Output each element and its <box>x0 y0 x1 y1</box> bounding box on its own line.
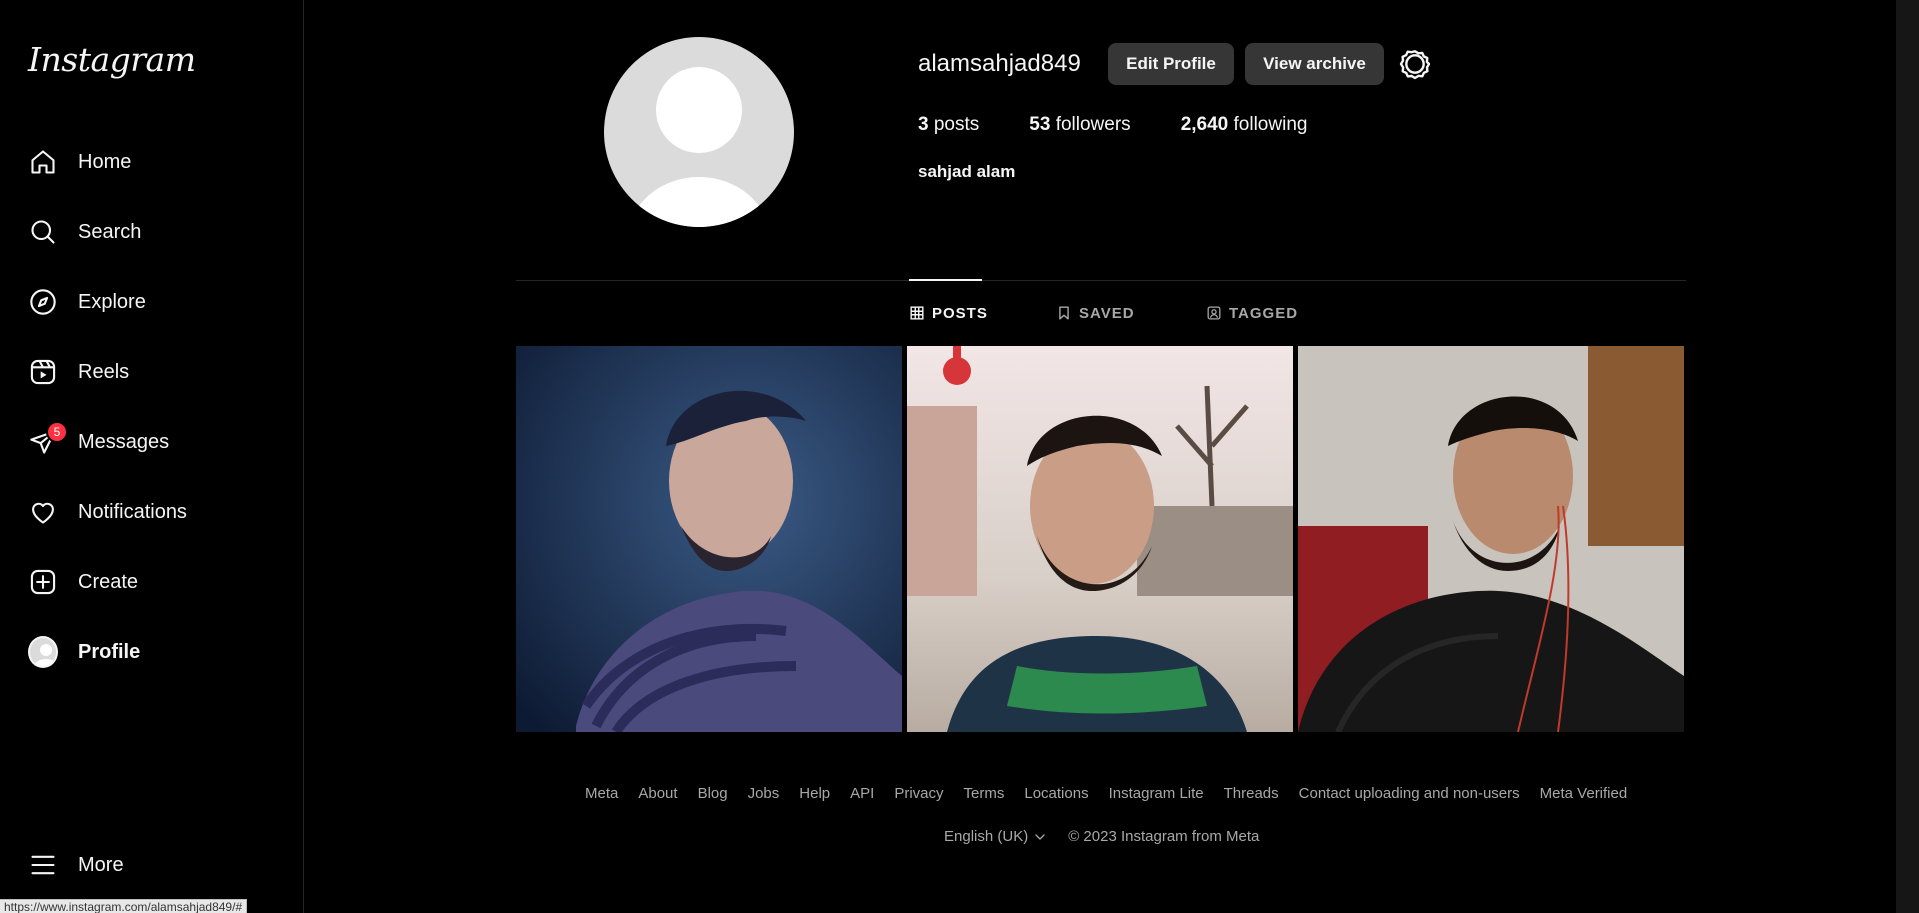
sidebar-item-messages[interactable]: 5 Messages <box>16 414 288 470</box>
notification-badge: 5 <box>46 421 68 443</box>
post-image <box>1298 346 1684 732</box>
footer-link[interactable]: Meta <box>585 785 618 802</box>
footer-link[interactable]: Contact uploading and non-users <box>1299 785 1520 802</box>
footer-link[interactable]: Privacy <box>894 785 943 802</box>
post-image <box>516 346 902 732</box>
language-selector[interactable]: English (UK) <box>944 828 1046 845</box>
hamburger-menu-icon <box>28 850 58 880</box>
compass-icon <box>28 287 58 317</box>
grid-icon <box>910 306 924 320</box>
tab-label: TAGGED <box>1229 304 1299 322</box>
sidebar-item-label: Profile <box>78 640 141 663</box>
footer-link[interactable]: Jobs <box>748 785 780 802</box>
gear-icon[interactable] <box>1399 48 1431 80</box>
profile-avatar-icon <box>28 636 58 668</box>
followers-link[interactable]: 53 followers <box>1029 114 1130 136</box>
tab-label: POSTS <box>932 304 988 322</box>
edit-profile-button[interactable]: Edit Profile <box>1108 43 1234 85</box>
bookmark-icon <box>1059 306 1069 320</box>
tag-user-icon <box>1207 306 1221 320</box>
profile-stats: 3 posts 53 followers 2,640 following <box>918 114 1357 136</box>
avatar <box>28 636 58 668</box>
chevron-down-icon <box>1035 833 1045 840</box>
sidebar-item-home[interactable]: Home <box>16 134 288 190</box>
footer-link[interactable]: Terms <box>964 785 1005 802</box>
post-thumbnail-3[interactable] <box>1298 346 1684 732</box>
sidebar-item-label: Home <box>78 150 132 173</box>
sidebar-item-label: Explore <box>78 290 146 313</box>
tab-saved[interactable]: SAVED <box>1057 303 1135 323</box>
footer-link[interactable]: API <box>850 785 874 802</box>
sidebar-item-label: Messages <box>78 430 170 453</box>
footer-links: Meta About Blog Jobs Help API Privacy Te… <box>585 785 1647 802</box>
footer-link[interactable]: Blog <box>698 785 728 802</box>
footer-bottom: English (UK) © 2023 Instagram from Meta <box>944 828 1259 845</box>
scrollbar[interactable] <box>1896 0 1919 913</box>
sidebar-item-reels[interactable]: Reels <box>16 344 288 400</box>
footer-link[interactable]: About <box>638 785 677 802</box>
active-tab-indicator <box>909 279 982 281</box>
posts-count: 3 posts <box>918 114 980 135</box>
tab-label: SAVED <box>1079 304 1135 322</box>
avatar-head-shape <box>656 67 742 153</box>
heart-icon <box>28 497 58 527</box>
tabs-divider <box>516 280 1686 281</box>
post-thumbnail-2[interactable] <box>907 346 1293 732</box>
post-thumbnail-1[interactable] <box>516 346 902 732</box>
plus-square-icon <box>28 567 58 597</box>
sidebar-item-search[interactable]: Search <box>16 204 288 260</box>
footer-link[interactable]: Instagram Lite <box>1109 785 1204 802</box>
sidebar-item-label: Notifications <box>78 500 187 523</box>
status-bar-url: https://www.instagram.com/alamsahjad849/… <box>0 899 248 913</box>
copyright-text: © 2023 Instagram from Meta <box>1068 828 1260 845</box>
sidebar-item-notifications[interactable]: Notifications <box>16 484 288 540</box>
post-image <box>907 346 1293 732</box>
sidebar-item-label: Search <box>78 220 142 243</box>
sidebar-item-explore[interactable]: Explore <box>16 274 288 330</box>
footer-link[interactable]: Help <box>799 785 830 802</box>
following-link[interactable]: 2,640 following <box>1181 114 1308 136</box>
search-icon <box>28 217 58 247</box>
sidebar-item-label: Reels <box>78 360 130 383</box>
view-archive-button[interactable]: View archive <box>1245 43 1384 85</box>
profile-full-name: sahjad alam <box>918 162 1016 181</box>
messenger-icon: 5 <box>28 421 68 457</box>
tab-posts[interactable]: POSTS <box>910 303 988 323</box>
tab-tagged[interactable]: TAGGED <box>1207 303 1298 323</box>
profile-username: alamsahjad849 <box>918 50 1081 77</box>
reels-icon <box>28 357 58 387</box>
home-icon <box>28 147 58 177</box>
profile-avatar[interactable] <box>604 37 794 227</box>
sidebar-item-profile[interactable]: Profile <box>16 624 288 680</box>
footer-link[interactable]: Threads <box>1224 785 1279 802</box>
footer-link[interactable]: Locations <box>1024 785 1088 802</box>
sidebar-item-label: Create <box>78 570 139 593</box>
sidebar-item-more[interactable]: More <box>16 837 288 893</box>
sidebar-item-create[interactable]: Create <box>16 554 288 610</box>
sidebar-item-label: More <box>78 853 124 876</box>
avatar-body-shape <box>629 177 769 227</box>
sidebar: Instagram Home Search Explore Reels 5 Me… <box>0 0 304 913</box>
language-label: English (UK) <box>944 828 1029 845</box>
footer-link[interactable]: Meta Verified <box>1540 785 1628 802</box>
instagram-logo[interactable]: Instagram <box>28 40 196 79</box>
